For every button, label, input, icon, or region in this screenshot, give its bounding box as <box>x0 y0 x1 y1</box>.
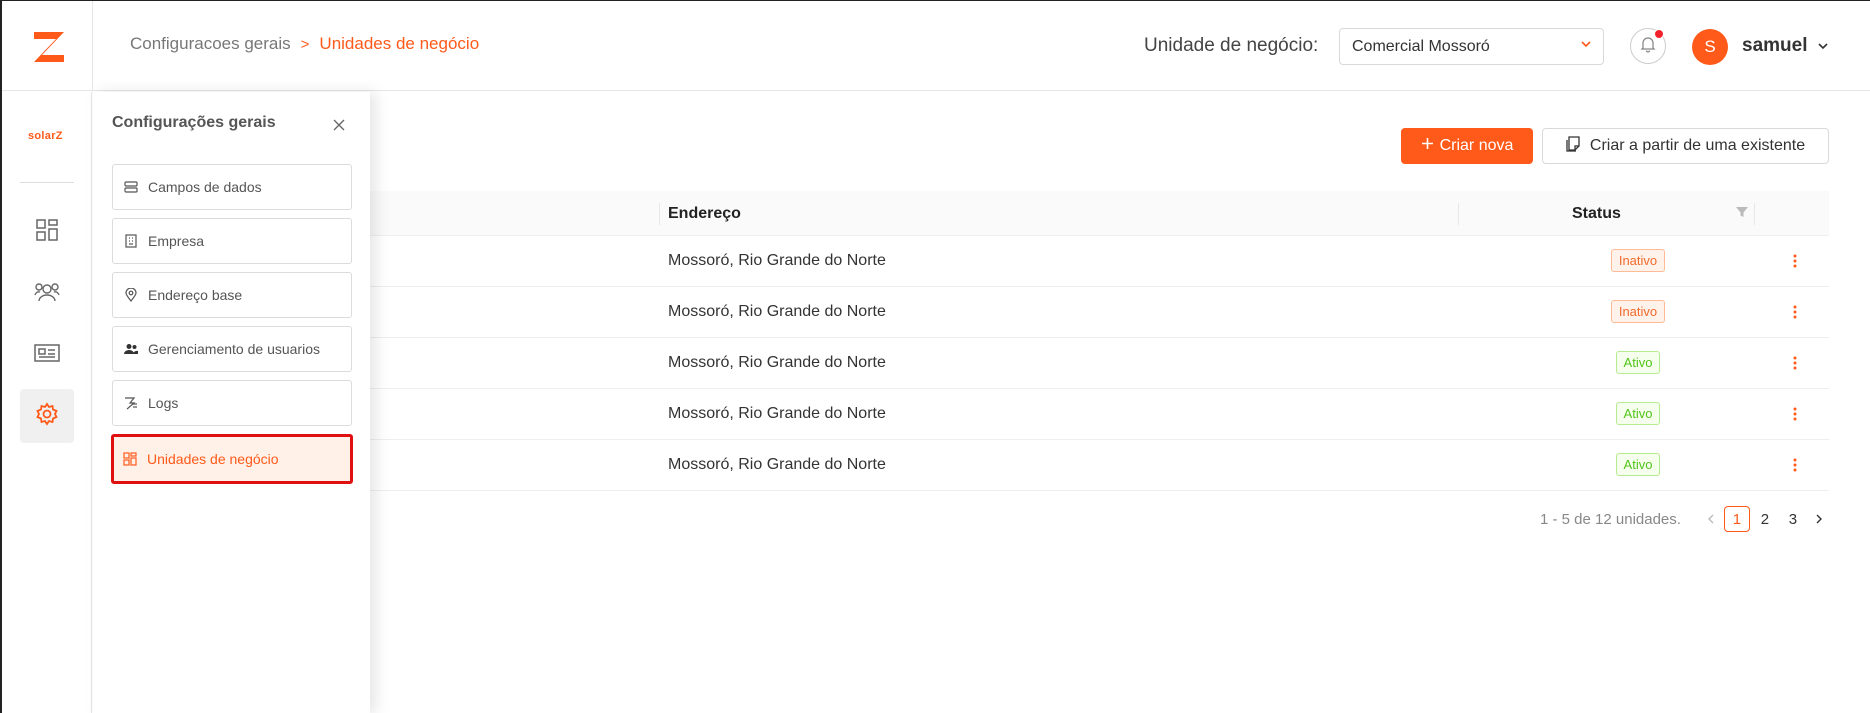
table-row[interactable]: Mossoró, Rio Grande do Norte Ativo <box>370 440 1829 491</box>
users-icon <box>34 281 60 308</box>
settings-item-endereco-base[interactable]: Endereço base <box>112 272 352 318</box>
location-pin-icon <box>124 288 138 302</box>
settings-item-label: Logs <box>148 395 179 411</box>
chevron-down-icon <box>1579 37 1593 56</box>
settings-item-unidades-de-negocio[interactable]: Unidades de negócio <box>111 434 353 484</box>
business-units-icon <box>123 452 137 466</box>
column-header-address: Endereço <box>668 205 741 222</box>
plus-icon <box>1421 137 1434 155</box>
column-divider <box>659 203 660 225</box>
business-unit-select[interactable]: Comercial Mossoró <box>1339 28 1604 65</box>
app-logo[interactable] <box>30 29 68 65</box>
settings-item-logs[interactable]: Logs <box>112 380 352 426</box>
chevron-right-icon[interactable] <box>1807 506 1831 532</box>
page-button-3[interactable]: 3 <box>1780 506 1806 532</box>
document-list-icon <box>34 343 60 368</box>
dashboard-icon <box>35 218 59 247</box>
address-cell: Mossoró, Rio Grande do Norte <box>668 354 886 371</box>
nav-settings[interactable] <box>20 389 74 443</box>
breadcrumb-current: Unidades de negócio <box>319 34 480 53</box>
status-cell: Ativo <box>1578 351 1698 374</box>
filter-icon[interactable] <box>1735 205 1749 224</box>
chevron-left-icon[interactable] <box>1699 506 1723 532</box>
status-badge: Inativo <box>1610 249 1666 272</box>
settings-item-gerenciamento-de-usuarios[interactable]: Gerenciamento de usuarios <box>112 326 352 372</box>
copy-document-icon <box>1566 135 1582 157</box>
page-button-2[interactable]: 2 <box>1752 506 1778 532</box>
settings-panel: Configurações gerais Campos de dados Emp… <box>93 92 370 713</box>
table-row[interactable]: Mossoró, Rio Grande do Norte Ativo <box>370 389 1829 440</box>
business-unit-value: Comercial Mossoró <box>1352 37 1490 55</box>
more-actions-icon[interactable] <box>1788 250 1802 272</box>
column-divider <box>1754 203 1755 225</box>
more-actions-icon[interactable] <box>1788 403 1802 425</box>
create-from-existing-label: Criar a partir de uma existente <box>1589 137 1806 154</box>
avatar[interactable]: S <box>1692 29 1728 65</box>
address-cell: Mossoró, Rio Grande do Norte <box>668 456 886 473</box>
status-badge: Ativo <box>1615 453 1661 476</box>
settings-item-label: Unidades de negócio <box>147 451 279 467</box>
pagination: 1 - 5 de 12 unidades. 1 2 3 <box>1540 506 1831 532</box>
notifications-button[interactable] <box>1630 28 1666 64</box>
business-units-table: Endereço Status Mossoró, Rio Grande do N… <box>370 191 1829 491</box>
settings-item-label: Empresa <box>148 233 205 249</box>
brand-logo: solarZ <box>28 130 63 142</box>
pagination-summary: 1 - 5 de 12 unidades. <box>1540 510 1681 528</box>
building-icon <box>124 234 138 248</box>
table-row[interactable]: Mossoró, Rio Grande do Norte Inativo <box>370 236 1829 287</box>
gear-icon <box>35 401 59 431</box>
breadcrumb-chevron-icon: > <box>300 35 310 53</box>
status-badge: Ativo <box>1615 351 1661 374</box>
nav-customers[interactable] <box>20 267 74 321</box>
business-unit-label: Unidade de negócio: <box>1144 35 1319 56</box>
table-header: Endereço Status <box>370 191 1829 236</box>
settings-item-label: Endereço base <box>148 287 243 303</box>
breadcrumb-parent[interactable]: Configuracoes gerais <box>130 34 291 54</box>
create-from-existing-button[interactable]: Criar a partir de uma existente <box>1542 128 1829 164</box>
table-row[interactable]: Mossoró, Rio Grande do Norte Ativo <box>370 338 1829 389</box>
address-cell: Mossoró, Rio Grande do Norte <box>668 252 886 269</box>
close-icon[interactable] <box>328 114 350 136</box>
settings-item-empresa[interactable]: Empresa <box>112 218 352 264</box>
create-new-label: Criar nova <box>1439 137 1514 154</box>
settings-item-label: Gerenciamento de usuarios <box>148 341 320 357</box>
notification-badge <box>1654 29 1664 39</box>
status-badge: Ativo <box>1615 402 1661 425</box>
left-nav-rail: solarZ <box>2 92 92 713</box>
status-cell: Ativo <box>1578 402 1698 425</box>
logs-icon <box>124 396 138 410</box>
status-cell: Inativo <box>1578 300 1698 323</box>
settings-panel-title: Configurações gerais <box>112 114 276 131</box>
page-button-1[interactable]: 1 <box>1723 506 1750 532</box>
nav-dashboard[interactable] <box>20 205 74 259</box>
top-header: Configuracoes gerais > Unidades de negóc… <box>2 1 1870 91</box>
username[interactable]: samuel <box>1742 35 1807 57</box>
chevron-down-icon[interactable] <box>1816 39 1830 58</box>
status-badge: Inativo <box>1610 300 1666 323</box>
address-cell: Mossoró, Rio Grande do Norte <box>668 303 886 320</box>
more-actions-icon[interactable] <box>1788 454 1802 476</box>
more-actions-icon[interactable] <box>1788 301 1802 323</box>
settings-item-label: Campos de dados <box>148 179 262 195</box>
create-new-button[interactable]: Criar nova <box>1401 128 1533 164</box>
users-icon <box>124 342 138 356</box>
status-cell: Inativo <box>1578 249 1698 272</box>
rail-divider <box>20 182 74 183</box>
column-header-status: Status <box>1572 205 1621 222</box>
bell-icon <box>1639 35 1657 58</box>
settings-item-campos-de-dados[interactable]: Campos de dados <box>112 164 352 210</box>
column-divider <box>1458 203 1459 225</box>
breadcrumb: Configuracoes gerais > Unidades de negóc… <box>130 34 479 54</box>
database-icon <box>124 180 138 194</box>
header-divider <box>92 1 93 91</box>
nav-proposals[interactable] <box>20 328 74 382</box>
status-cell: Ativo <box>1578 453 1698 476</box>
address-cell: Mossoró, Rio Grande do Norte <box>668 405 886 422</box>
more-actions-icon[interactable] <box>1788 352 1802 374</box>
table-row[interactable]: Mossoró, Rio Grande do Norte Inativo <box>370 287 1829 338</box>
